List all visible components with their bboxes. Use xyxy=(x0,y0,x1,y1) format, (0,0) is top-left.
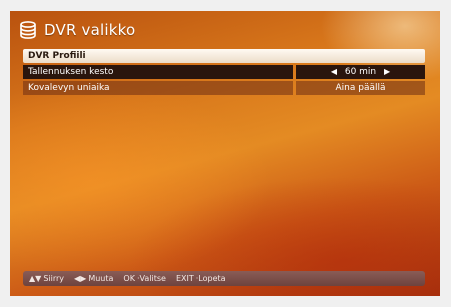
hint-exit: EXIT ·Lopeta xyxy=(175,274,226,283)
hint-navigate: ▲▼ Siirry xyxy=(29,274,65,283)
menu-row-label: Tallennuksen kesto xyxy=(23,65,293,79)
tv-screen: DVR valikko DVR Profiili Tallennuksen ke… xyxy=(10,11,440,296)
menu-row-disk-sleep-time[interactable]: Kovalevyn uniaika Aina päällä xyxy=(23,81,425,95)
arrow-left-icon[interactable]: ◀ xyxy=(326,65,342,79)
help-bar: ▲▼ Siirry ◀▶ Muuta OK ·Valitse EXIT ·Lopeta xyxy=(23,271,425,286)
duration-selector[interactable]: ◀ 60 min ▶ xyxy=(296,65,425,79)
left-right-arrows-icon: ◀▶ xyxy=(74,274,87,283)
hint-change: ◀▶ Muuta xyxy=(74,274,114,283)
menu-row-label: Kovalevyn uniaika xyxy=(23,81,293,95)
duration-value: 60 min xyxy=(344,67,377,77)
dvr-menu: DVR Profiili Tallennuksen kesto ◀ 60 min… xyxy=(23,49,425,95)
up-down-arrows-icon: ▲▼ xyxy=(29,274,42,283)
ok-key-label: OK xyxy=(123,274,135,283)
menu-row-recording-duration[interactable]: Tallennuksen kesto ◀ 60 min ▶ xyxy=(23,65,425,79)
hint-select: OK ·Valitse xyxy=(123,274,166,283)
exit-key-label: EXIT xyxy=(175,274,194,283)
page-title: DVR valikko xyxy=(44,21,136,39)
arrow-right-icon[interactable]: ▶ xyxy=(379,65,395,79)
database-icon xyxy=(20,21,36,39)
menu-header: DVR valikko xyxy=(18,19,135,41)
section-header-dvr-profile: DVR Profiili xyxy=(23,49,425,63)
sleep-time-value[interactable]: Aina päällä xyxy=(296,81,425,95)
